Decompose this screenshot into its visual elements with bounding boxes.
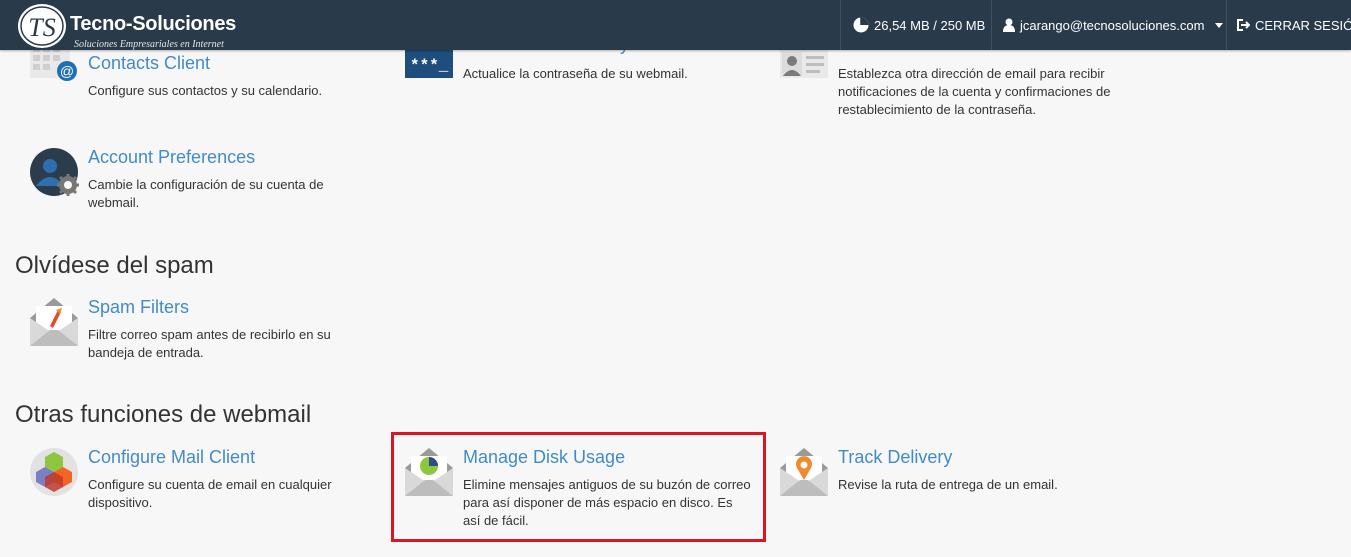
disk-usage-text: 26,54 MB / 250 MB [874,17,986,33]
svg-text:TS: TS [28,13,55,42]
account-preferences-desc: Cambie la configuración de su cuenta de … [88,177,324,210]
main-content: @ Contacts Client Configure sus contacto… [0,0,1351,557]
configure-mail-client-link[interactable]: Configure Mail Client [88,447,255,468]
track-delivery-desc: Revise la ruta de entrega de un email. [838,477,1058,492]
divider [1226,0,1227,50]
account-preferences-link[interactable]: Account Preferences [88,147,255,168]
disk-usage-indicator[interactable]: 26,54 MB / 250 MB [853,0,985,50]
pie-chart-icon [853,17,869,33]
logout-button[interactable]: CERRAR SESIÓN [1237,0,1351,50]
user-icon [1003,18,1015,32]
contact-card-icon [780,50,830,100]
divider [840,0,841,50]
track-delivery-link[interactable]: Track Delivery [838,447,952,468]
password-security-desc: Actualice la contraseña de su webmail. [463,66,688,81]
logo[interactable]: TS Tecno-Soluciones Soluciones Empresari… [15,2,255,50]
sign-out-icon [1237,19,1250,31]
svg-text:***_: ***_ [410,57,449,75]
highlight-box [391,432,766,542]
spam-filters-desc: Filtre correo spam antes de recibirlo en… [88,327,331,360]
other-section-title: Otras funciones de webmail [15,401,312,428]
caret-down-icon [1215,22,1224,28]
spam-section-title: Olvídese del spam [15,252,214,279]
divider [991,0,992,50]
spam-filters-link[interactable]: Spam Filters [88,297,189,318]
logout-label: CERRAR SESIÓN [1255,17,1351,33]
contacts-client-desc: Configure sus contactos y su calendario. [88,83,323,98]
calendar-contacts-icon: @ [30,44,80,94]
configure-mail-client-desc: Configure su cuenta de email en cualquie… [88,477,332,510]
contact-information-desc: Establezca otra dirección de email para … [838,66,1111,117]
user-menu[interactable]: jcarango@tecnosoluciones.com [1003,0,1228,50]
logo-name: Tecno-Soluciones [70,13,236,35]
svg-text:@: @ [60,63,74,79]
password-icon: ***_ [405,50,455,100]
spam-filter-icon [30,298,80,348]
account-preferences-icon [30,148,80,198]
mail-client-cubes-icon [30,448,80,498]
logo-tagline: Soluciones Empresariales en Internet [74,39,224,50]
logo-mark: TS [17,3,68,50]
contacts-client-link[interactable]: Contacts Client [88,53,210,74]
track-delivery-icon [780,448,830,498]
user-email: jcarango@tecnosoluciones.com [1020,17,1205,33]
top-bar: TS Tecno-Soluciones Soluciones Empresari… [0,0,1351,50]
